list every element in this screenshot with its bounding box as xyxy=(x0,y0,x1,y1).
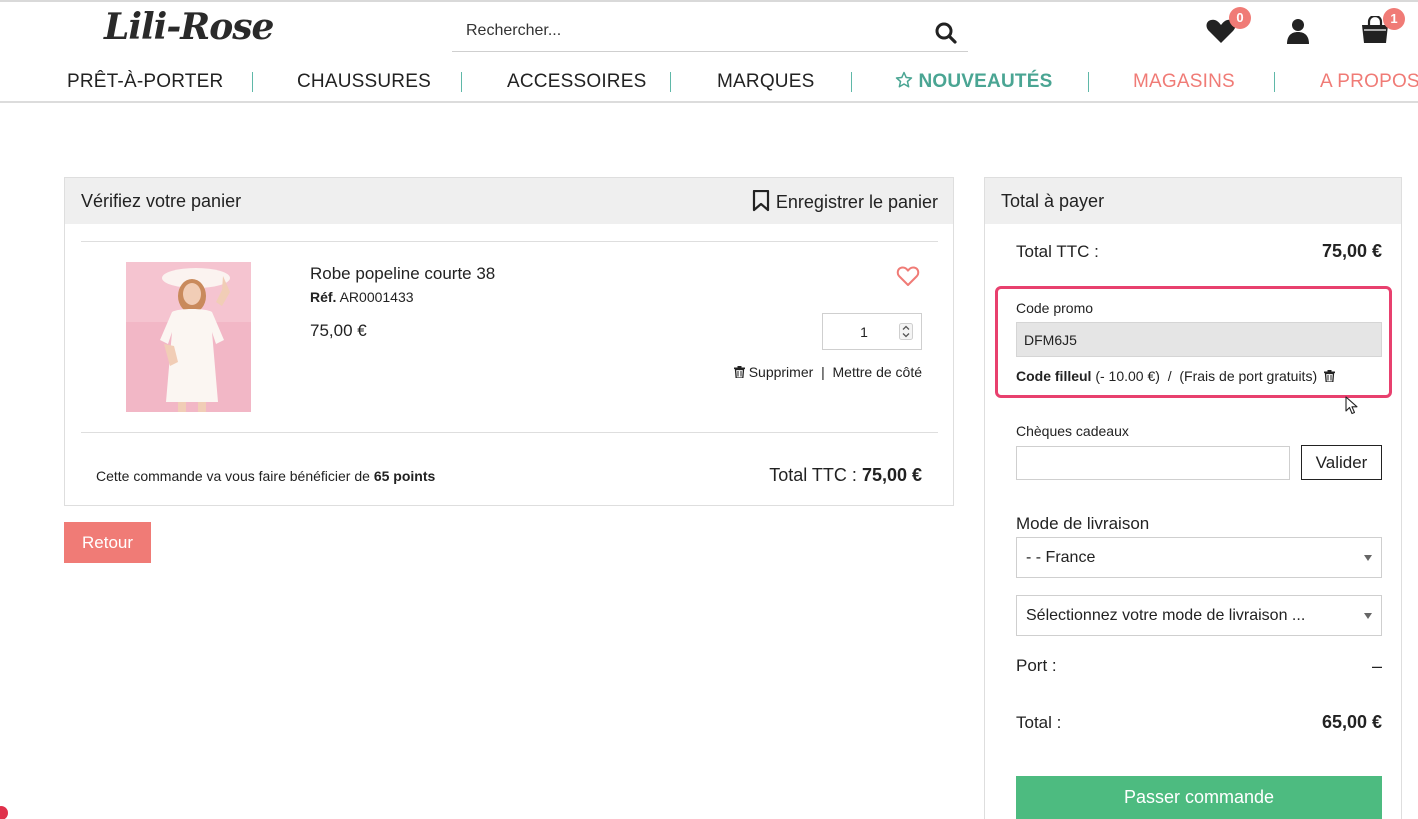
delivery-method-select[interactable]: Sélectionnez votre mode de livraison ... xyxy=(1016,595,1382,636)
product-image[interactable] xyxy=(126,262,251,412)
promo-shipping: (Frais de port gratuits) xyxy=(1179,368,1318,384)
nav-item-chaussures[interactable]: CHAUSSURES xyxy=(297,71,431,93)
nav-item-pret-a-porter[interactable]: PRÊT-À-PORTER xyxy=(67,71,223,93)
corner-indicator xyxy=(0,806,8,819)
gift-cards-label: Chèques cadeaux xyxy=(1016,423,1129,439)
points-value: 65 points xyxy=(373,468,436,484)
total-ttc-value: 75,00 € xyxy=(1321,241,1382,261)
chevron-down-icon xyxy=(1364,613,1372,619)
actions-separator: | xyxy=(821,364,825,380)
top-border xyxy=(0,0,1418,2)
cart-total: Total TTC : 75,00 € xyxy=(769,465,922,486)
promo-discount: (- 10.00 €) xyxy=(1095,368,1160,384)
nav-bottom-border xyxy=(0,101,1418,103)
cart-total-value: 75,00 € xyxy=(861,465,922,485)
nav-separator xyxy=(252,72,253,92)
promo-slash: / xyxy=(1167,368,1172,384)
summary-panel-header: Total à payer xyxy=(985,178,1401,224)
search-bar xyxy=(452,12,968,52)
set-aside-button[interactable]: Mettre de côté xyxy=(833,364,923,380)
nav-separator xyxy=(851,72,852,92)
loyalty-points-text: Cette commande va vous faire bénéficier … xyxy=(96,468,435,484)
heart-outline-icon[interactable] xyxy=(896,265,920,287)
divider xyxy=(81,241,938,242)
account-button[interactable] xyxy=(1286,18,1310,44)
shipping-label: Port : xyxy=(1016,656,1057,675)
mouse-cursor-icon xyxy=(1345,396,1358,415)
save-cart-label: Enregistrer le panier xyxy=(775,192,938,212)
search-input[interactable] xyxy=(452,12,922,50)
wishlist-count-badge: 0 xyxy=(1229,7,1251,29)
product-name[interactable]: Robe popeline courte 38 xyxy=(310,264,495,284)
nav-separator xyxy=(670,72,671,92)
country-select[interactable]: - - France xyxy=(1016,537,1382,578)
search-icon[interactable] xyxy=(934,21,958,45)
nav-item-nouveautes[interactable]: NOUVEAUTÉS xyxy=(895,71,1052,93)
validate-gift-button[interactable]: Valider xyxy=(1301,445,1382,480)
cart-title: Vérifiez votre panier xyxy=(81,191,242,211)
shipping-value: – xyxy=(1371,656,1382,676)
quantity-stepper xyxy=(822,313,922,350)
user-icon xyxy=(1287,19,1309,44)
nav-separator xyxy=(461,72,462,92)
bookmark-icon xyxy=(752,189,770,212)
grand-total-label: Total : xyxy=(1016,713,1062,732)
delivery-mode-label: Mode de livraison xyxy=(1016,514,1150,533)
nav-item-accessoires[interactable]: ACCESSOIRES xyxy=(507,71,646,93)
divider xyxy=(81,432,938,433)
cart-count-badge: 1 xyxy=(1383,8,1405,30)
product-ref-label: Réf. xyxy=(310,289,337,305)
nav-item-marques[interactable]: MARQUES xyxy=(717,71,814,93)
place-order-button[interactable]: Passer commande xyxy=(1016,776,1382,819)
product-price: 75,00 € xyxy=(310,321,367,340)
promo-code-field[interactable] xyxy=(1016,322,1382,357)
wishlist-button[interactable]: 0 xyxy=(1205,7,1251,46)
save-cart-button[interactable]: Enregistrer le panier xyxy=(752,189,938,213)
site-logo[interactable]: Lili-Rose xyxy=(104,6,274,48)
product-ref-value: AR0001433 xyxy=(339,289,414,305)
promo-code-type: Code filleul xyxy=(1016,368,1092,384)
main-nav: PRÊT-À-PORTER CHAUSSURES ACCESSOIRES MAR… xyxy=(0,62,1418,102)
back-button[interactable]: Retour xyxy=(64,522,151,563)
summary-title: Total à payer xyxy=(1001,191,1105,211)
delete-item-button[interactable]: Supprimer xyxy=(733,364,817,380)
product-reference: Réf. AR0001433 xyxy=(310,289,414,305)
nav-item-magasins[interactable]: MAGASINS xyxy=(1133,71,1235,93)
nav-item-nouveautes-label: NOUVEAUTÉS xyxy=(918,71,1053,92)
nav-separator xyxy=(1088,72,1089,92)
country-select-value: - - France xyxy=(1026,549,1096,566)
promo-code-label: Code promo xyxy=(1016,300,1094,316)
delete-item-label: Supprimer xyxy=(748,364,814,380)
item-actions: Supprimer | Mettre de côté xyxy=(733,364,923,380)
spinner-arrows-icon[interactable] xyxy=(899,323,913,340)
cart-total-label: Total TTC : xyxy=(769,465,857,485)
nav-item-a-propos[interactable]: A PROPOS xyxy=(1320,71,1418,93)
gift-card-input[interactable] xyxy=(1016,446,1290,480)
trash-icon xyxy=(733,366,745,379)
cart-panel: Vérifiez votre panier Enregistrer le pan… xyxy=(64,177,954,506)
nav-separator xyxy=(1274,72,1275,92)
cart-button[interactable]: 1 xyxy=(1360,8,1405,44)
promo-applied-info: Code filleul (- 10.00 €) / (Frais de por… xyxy=(1016,368,1335,384)
chevron-down-icon xyxy=(1364,555,1372,561)
quantity-input[interactable] xyxy=(823,314,895,349)
grand-total-value: 65,00 € xyxy=(1321,712,1382,732)
remove-promo-trash-icon[interactable] xyxy=(1324,370,1335,383)
cart-panel-header: Vérifiez votre panier Enregistrer le pan… xyxy=(65,178,953,224)
total-ttc-label: Total TTC : xyxy=(1016,242,1099,261)
points-prefix: Cette commande va vous faire bénéficier … xyxy=(96,468,370,484)
star-icon xyxy=(895,71,913,88)
delivery-method-select-value: Sélectionnez votre mode de livraison ... xyxy=(1026,607,1306,624)
